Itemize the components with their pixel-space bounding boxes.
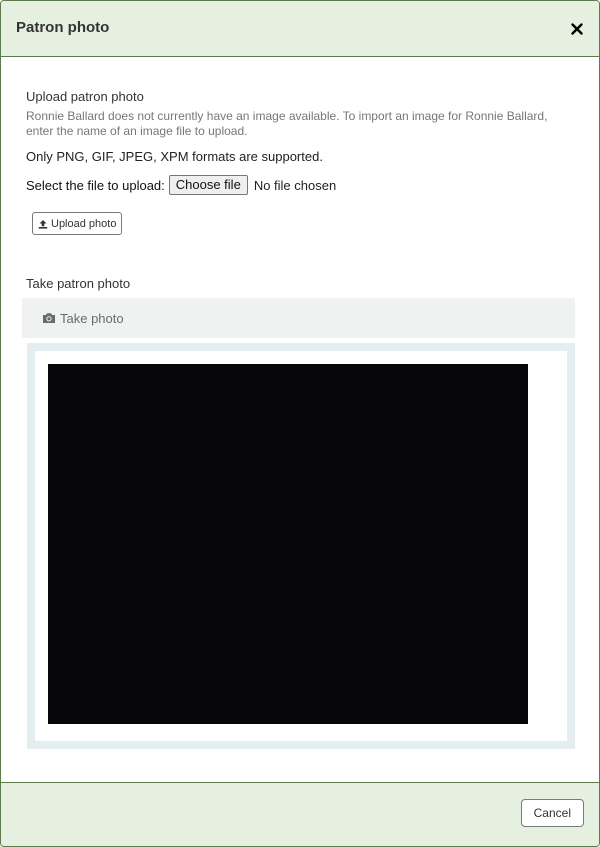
file-upload-row: Select the file to upload: Choose file N… <box>26 174 336 196</box>
camera-toolbar: Take photo <box>22 298 575 338</box>
upload-section-heading: Upload patron photo <box>26 89 144 104</box>
camera-frame <box>27 343 575 749</box>
choose-file-button[interactable]: Choose file <box>168 175 248 195</box>
upload-photo-label: Upload photo <box>51 217 117 230</box>
take-photo-label: Take photo <box>60 310 124 326</box>
take-photo-button[interactable]: Take photo <box>42 308 124 328</box>
camera-section-heading: Take patron photo <box>26 276 131 291</box>
camera-preview <box>48 364 528 724</box>
upload-photo-button[interactable]: Upload photo <box>32 212 123 235</box>
modal-title: Patron photo <box>16 19 110 36</box>
upload-icon <box>38 219 48 229</box>
upload-hint: Ronnie Ballard does not currently have a… <box>26 109 548 138</box>
supported-formats-note: Only PNG, GIF, JPEG, XPM formats are sup… <box>26 149 323 164</box>
camera-container <box>35 351 567 741</box>
modal-header: Patron photo <box>1 1 599 57</box>
file-status: No file chosen <box>253 177 337 193</box>
modal-footer: Cancel <box>1 782 599 846</box>
file-upload-label: Select the file to upload: <box>26 177 165 193</box>
close-button[interactable] <box>569 21 585 37</box>
patron-photo-modal: Patron photo Upload patron photo Ronnie … <box>0 0 600 847</box>
camera-icon <box>43 313 55 323</box>
close-icon <box>571 23 583 35</box>
cancel-button[interactable]: Cancel <box>520 799 584 827</box>
